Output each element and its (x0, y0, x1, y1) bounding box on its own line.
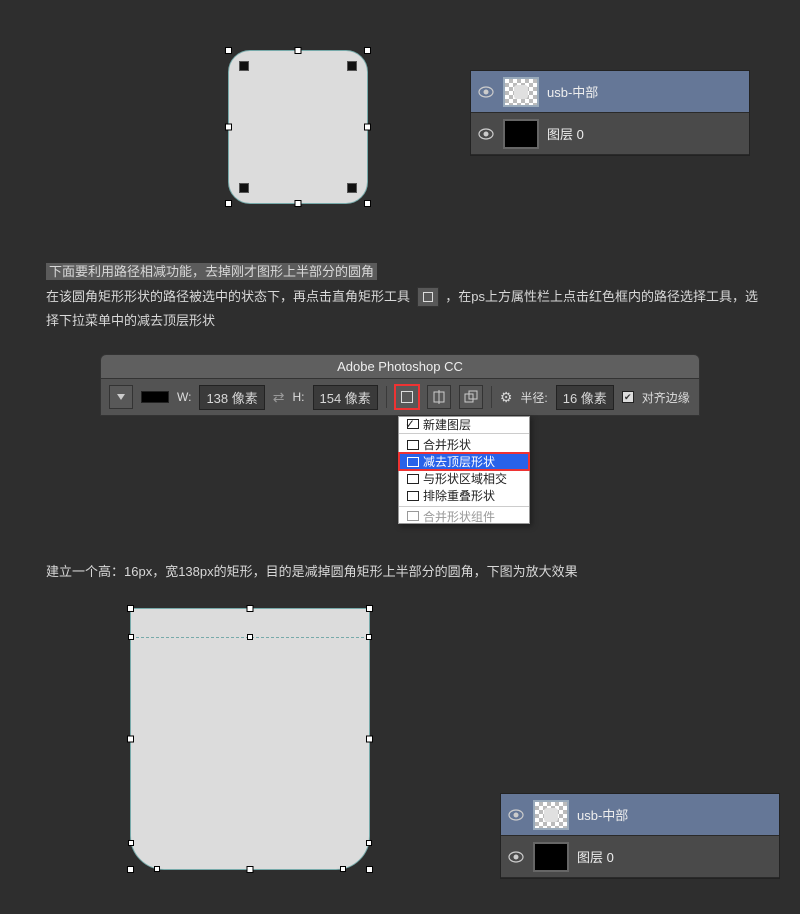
resize-handle-l[interactable] (225, 124, 232, 131)
resize-handle-br[interactable] (364, 200, 371, 207)
dropdown-item-exclude[interactable]: 排除重叠形状 (399, 487, 529, 504)
layer-name: usb-中部 (577, 805, 628, 824)
path-operations-button[interactable] (395, 385, 419, 409)
path-align-button[interactable] (427, 385, 451, 409)
dropdown-item-subtract[interactable]: 减去顶层形状 (399, 453, 529, 470)
layer-row[interactable]: 图层 0 (501, 836, 779, 878)
layer-row[interactable]: usb-中部 (501, 794, 779, 836)
layer-name: usb-中部 (547, 82, 598, 101)
shape-mode-icon (407, 474, 419, 484)
width-label: W: (177, 390, 191, 404)
path-arrange-button[interactable] (459, 385, 483, 409)
layer-row[interactable]: 图层 0 (471, 113, 749, 155)
radius-input[interactable]: 16 像素 (556, 385, 614, 410)
rounded-rect-shape-preview (228, 50, 368, 204)
visibility-toggle-icon[interactable] (507, 806, 525, 824)
layer-thumbnail[interactable] (533, 842, 569, 872)
path-anchor-handle[interactable] (154, 866, 160, 872)
options-bar: Adobe Photoshop CC W: 138 像素 ⇄ H: 154 像素… (100, 354, 700, 416)
visibility-toggle-icon[interactable] (507, 848, 525, 866)
link-wh-icon[interactable]: ⇄ (273, 389, 285, 406)
layer-thumbnail[interactable] (503, 119, 539, 149)
path-anchor-handle[interactable] (128, 840, 134, 846)
subtracted-shape-preview (130, 608, 370, 870)
subtracted-shape (130, 608, 370, 870)
options-bar-row: W: 138 像素 ⇄ H: 154 像素 ⚙ 半径: 16 像素 ✔ 对齐边缘 (100, 378, 700, 416)
path-operations-dropdown: ✓ 新建图层 合并形状 减去顶层形状 与形状区域相交 排除重叠形状 合并形状组件 (398, 416, 530, 524)
dropdown-item-label: 合并形状组件 (423, 508, 495, 525)
height-label: H: (293, 390, 305, 404)
divider (386, 386, 387, 408)
instruction-text-block: 下面要利用路径相减功能，去掉刚才图形上半部分的圆角 在该圆角矩形形状的路径被选中… (46, 260, 770, 334)
layer-name: 图层 0 (547, 124, 584, 143)
layer-thumbnail[interactable] (533, 800, 569, 830)
dropdown-item-label: 新建图层 (423, 416, 471, 433)
resize-handle-br[interactable] (366, 866, 373, 873)
path-anchor-handle[interactable] (340, 866, 346, 872)
rectangle-tool-icon (417, 287, 439, 307)
dropdown-item-merge-components[interactable]: 合并形状组件 (399, 506, 529, 523)
resize-handle-tr[interactable] (366, 605, 373, 612)
rounded-rect-shape (228, 50, 368, 204)
shape-mode-icon (407, 491, 419, 501)
path-anchor-handle[interactable] (366, 634, 372, 640)
gear-icon[interactable]: ⚙ (500, 389, 513, 406)
resize-handle-b[interactable] (295, 200, 302, 207)
layer-row[interactable]: usb-中部 (471, 71, 749, 113)
visibility-toggle-icon[interactable] (477, 83, 495, 101)
corner-radius-handle[interactable] (347, 61, 357, 71)
height-input[interactable]: 154 像素 (313, 385, 378, 410)
resize-handle-tr[interactable] (364, 47, 371, 54)
resize-handle-t[interactable] (295, 47, 302, 54)
divider (491, 386, 492, 408)
resize-handle-bl[interactable] (225, 200, 232, 207)
align-edges-label: 对齐边缘 (642, 389, 690, 406)
resize-handle-tl[interactable] (127, 605, 134, 612)
resize-handle-b[interactable] (247, 866, 254, 873)
corner-radius-handle[interactable] (239, 61, 249, 71)
resize-handle-t[interactable] (247, 605, 254, 612)
layers-panel: usb-中部 图层 0 (470, 70, 750, 156)
layer-name: 图层 0 (577, 847, 614, 866)
resize-handle-r[interactable] (364, 124, 371, 131)
shape-mode-icon (407, 457, 419, 467)
layers-panel: usb-中部 图层 0 (500, 793, 780, 879)
corner-radius-handle[interactable] (347, 183, 357, 193)
path-anchor-handle[interactable] (128, 634, 134, 640)
width-input[interactable]: 138 像素 (199, 385, 264, 410)
dropdown-item-label: 减去顶层形状 (423, 453, 495, 470)
dropdown-item-label: 排除重叠形状 (423, 487, 495, 504)
path-anchor-handle[interactable] (366, 840, 372, 846)
dropdown-item-intersect[interactable]: 与形状区域相交 (399, 470, 529, 487)
fill-swatch[interactable] (141, 391, 169, 403)
layer-thumbnail[interactable] (503, 77, 539, 107)
visibility-toggle-icon[interactable] (477, 125, 495, 143)
instruction-text-block: 建立一个高：16px，宽138px的矩形，目的是减掉圆角矩形上半部分的圆角，下图… (46, 560, 770, 585)
dropdown-item-label: 与形状区域相交 (423, 470, 507, 487)
path-anchor-handle[interactable] (247, 634, 253, 640)
instruction-text: 在该圆角矩形形状的路径被选中的状态下，再点击直角矩形工具 (46, 289, 410, 304)
dropdown-item-label: 合并形状 (423, 436, 471, 453)
resize-handle-r[interactable] (366, 736, 373, 743)
dropdown-item-combine[interactable]: 合并形状 (399, 436, 529, 453)
shape-mode-dropdown[interactable] (109, 385, 133, 409)
dropdown-item-new-layer[interactable]: ✓ 新建图层 (399, 417, 529, 434)
shape-mode-icon (407, 511, 419, 521)
resize-handle-bl[interactable] (127, 866, 134, 873)
corner-radius-handle[interactable] (239, 183, 249, 193)
shape-mode-icon (407, 440, 419, 450)
instruction-text: 建立一个高：16px，宽138px的矩形，目的是减掉圆角矩形上半部分的圆角，下图… (46, 564, 578, 579)
resize-handle-l[interactable] (127, 736, 134, 743)
shape-mode-icon (407, 419, 419, 429)
highlighted-text: 下面要利用路径相减功能，去掉刚才图形上半部分的圆角 (46, 263, 377, 280)
align-edges-checkbox[interactable]: ✔ (622, 391, 634, 403)
resize-handle-tl[interactable] (225, 47, 232, 54)
radius-label: 半径: (520, 389, 547, 406)
options-bar-title: Adobe Photoshop CC (100, 354, 700, 378)
